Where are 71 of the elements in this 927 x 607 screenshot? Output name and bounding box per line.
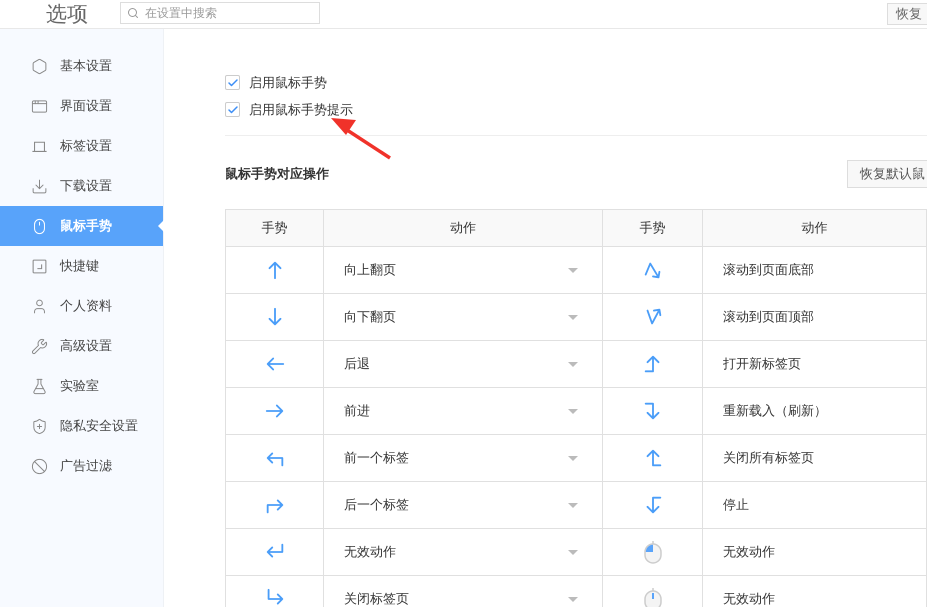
search-icon: [127, 7, 139, 19]
sidebar-item-label: 广告过滤: [60, 458, 112, 475]
caret-icon: [568, 502, 578, 508]
caret-icon: [568, 550, 578, 554]
window-icon: [31, 98, 48, 114]
flask-icon: [31, 378, 48, 394]
checkbox-label: 启用鼠标手势: [249, 74, 327, 92]
checkbox[interactable]: [225, 102, 240, 117]
table-cell: 滚动到页面顶部: [703, 294, 927, 341]
action-select[interactable]: 前进: [344, 396, 582, 426]
caret-icon: [568, 408, 578, 414]
caret-icon: [568, 456, 578, 460]
sidebar-item[interactable]: 高级设置: [0, 326, 163, 366]
table-cell: 无效动作: [703, 529, 927, 576]
caret-icon: [568, 268, 578, 272]
action-select[interactable]: 前一个标签: [344, 443, 582, 473]
shield-plus-icon: [31, 418, 48, 434]
search-field[interactable]: 在设置中搜索: [145, 6, 305, 20]
caret-icon: [568, 314, 578, 320]
sidebar-item[interactable]: 实验室: [0, 366, 163, 406]
sidebar-item[interactable]: 个人资料: [0, 286, 163, 326]
action-select[interactable]: 后一个标签: [344, 490, 582, 520]
sidebar-item[interactable]: 标签设置: [0, 126, 163, 166]
column-header: 动作: [324, 210, 603, 247]
shortcut-icon: [31, 258, 48, 274]
sidebar-item[interactable]: 界面设置: [0, 86, 163, 126]
table-cell: 滚动到页面底部: [703, 247, 927, 294]
sidebar-item-label: 高级设置: [60, 338, 112, 355]
download-icon: [31, 178, 48, 194]
page-title: 选项: [45, 1, 89, 27]
caret-icon: [568, 362, 578, 366]
column-header: 手势: [603, 210, 703, 247]
action-select[interactable]: 无效动作: [344, 537, 582, 567]
reset-button[interactable]: 恢复默认鼠: [847, 160, 927, 188]
sidebar-item-label: 鼠标手势: [60, 218, 112, 235]
action-select[interactable]: 后退: [344, 349, 582, 379]
sidebar-item[interactable]: 下载设置: [0, 166, 163, 206]
sidebar-item[interactable]: 广告过滤: [0, 446, 163, 486]
sidebar-item-label: 实验室: [60, 378, 99, 395]
action-select[interactable]: 向下翻页: [344, 302, 582, 332]
sidebar-item-label: 隐私安全设置: [60, 418, 138, 435]
sidebar-item-label: 基本设置: [60, 58, 112, 75]
table-cell: 重新载入（刷新）: [703, 388, 927, 435]
sidebar-item-label: 下载设置: [60, 178, 112, 195]
table-cell: 无效动作: [703, 576, 927, 607]
table-cell: 打开新标签页: [703, 341, 927, 388]
checkbox-label: 启用鼠标手势提示: [249, 102, 353, 118]
sidebar-item-label: 个人资料: [60, 298, 112, 315]
sidebar-item[interactable]: 基本设置: [0, 46, 163, 86]
action-select[interactable]: 关闭标签页: [344, 584, 582, 607]
sidebar-item-label: 快捷键: [60, 258, 99, 275]
search-box[interactable]: 在设置中搜索: [120, 2, 320, 24]
sidebar-item-label: 界面设置: [60, 98, 112, 115]
user-icon: [31, 298, 48, 314]
ban-icon: [31, 458, 48, 474]
action-select[interactable]: 向上翻页: [344, 255, 582, 285]
sidebar-item[interactable]: 快捷键: [0, 246, 163, 286]
table-cell: 关闭所有标签页: [703, 435, 927, 482]
table-cell: 停止: [703, 482, 927, 529]
hexagon-icon: [31, 58, 48, 74]
mouse-icon: [31, 218, 48, 234]
column-header: 动作: [703, 210, 927, 247]
checkbox[interactable]: [225, 75, 240, 90]
caret-icon: [568, 596, 578, 602]
column-header: 手势: [226, 210, 324, 247]
sidebar-item[interactable]: 隐私安全设置: [0, 406, 163, 446]
sidebar-item-label: 标签设置: [60, 138, 112, 155]
annotation-arrow: [330, 116, 392, 160]
section-title: 鼠标手势对应操作: [225, 166, 329, 183]
wrench-icon: [31, 338, 48, 354]
restore-button[interactable]: 恢复: [887, 3, 927, 25]
